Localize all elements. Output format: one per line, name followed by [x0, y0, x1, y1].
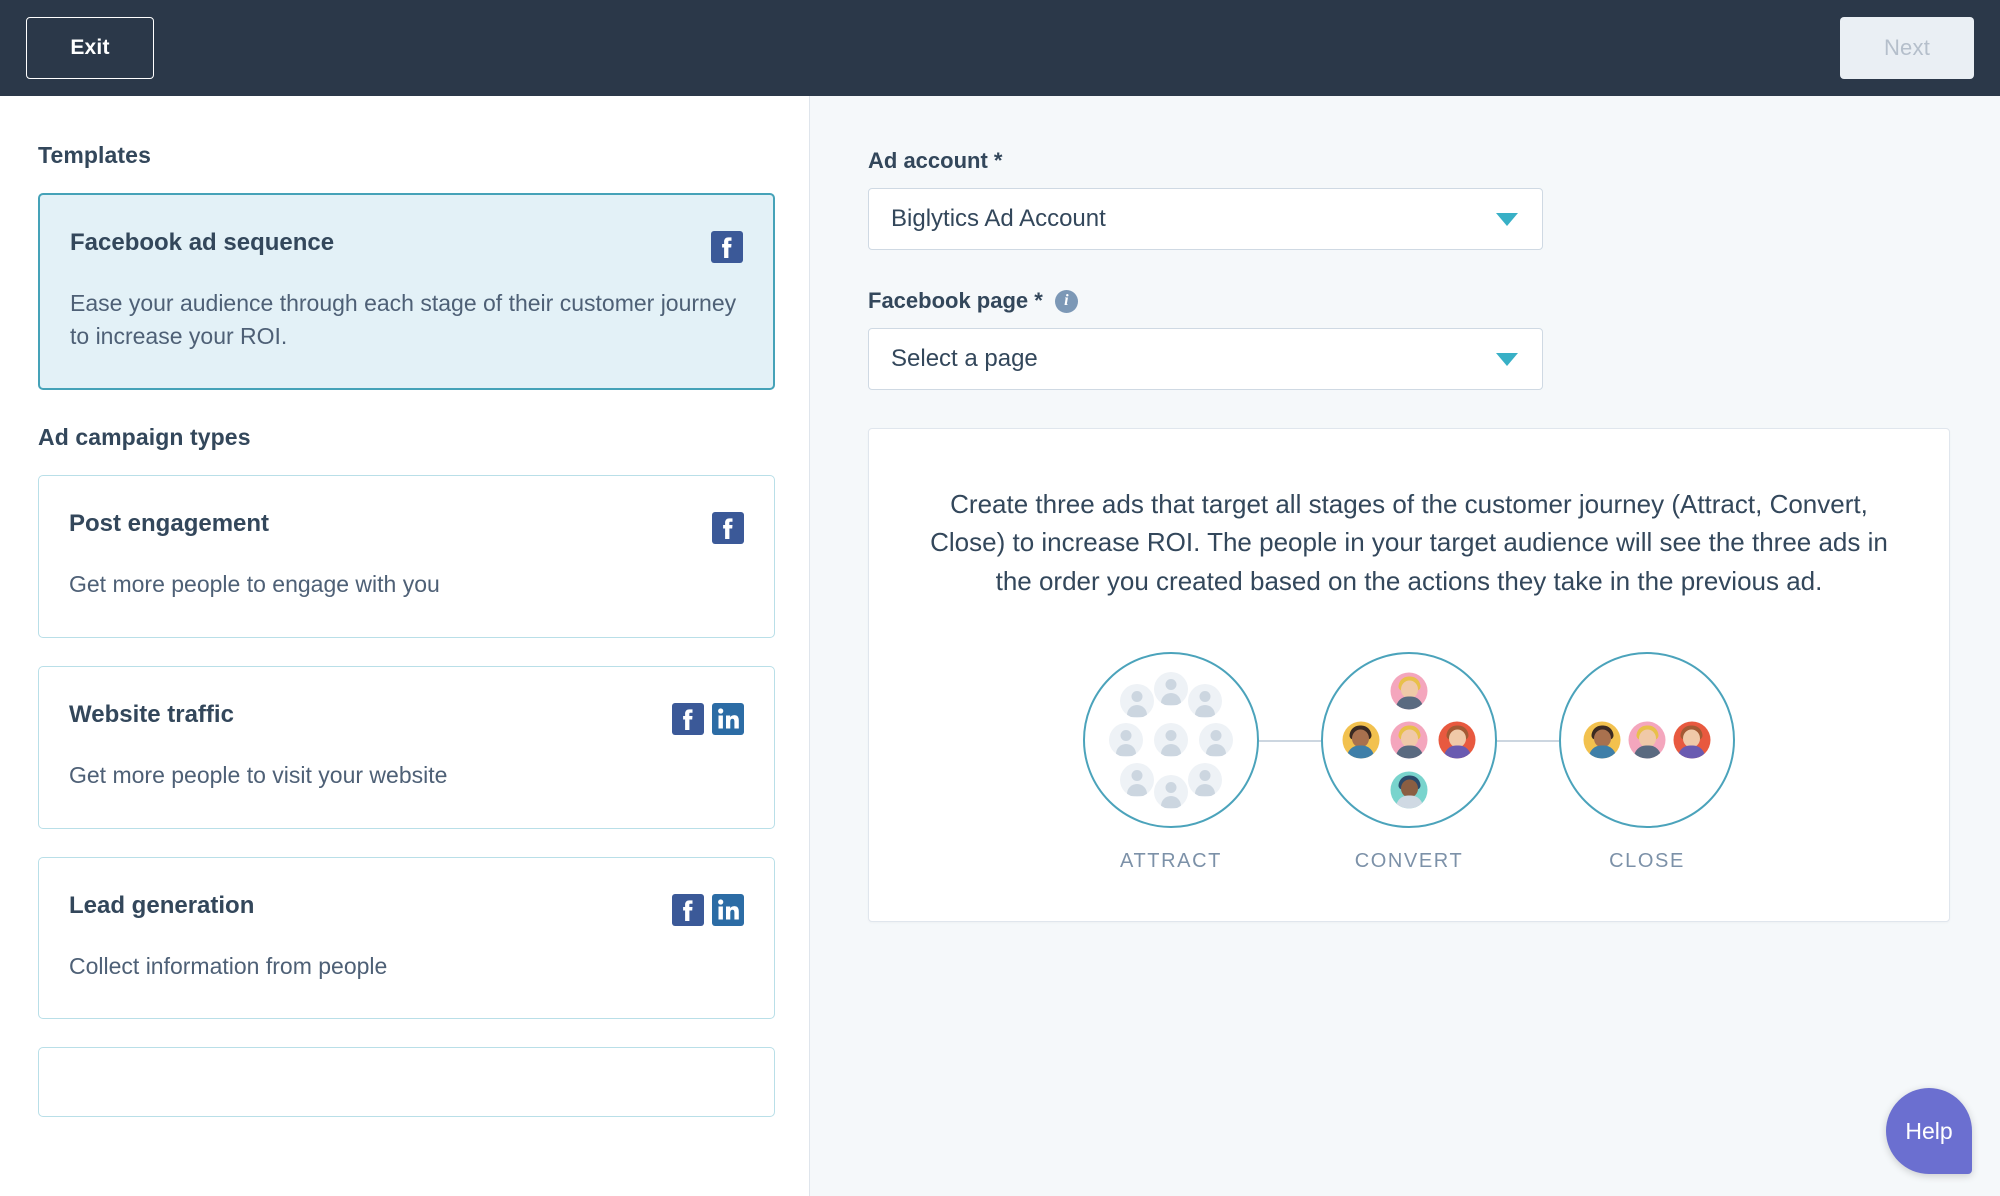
avatar-placeholder [1154, 723, 1188, 758]
campaign-card-post-engagement[interactable]: Post engagement Get more people to engag… [38, 475, 775, 638]
chevron-down-icon [1496, 352, 1518, 366]
funnel-connector [1497, 740, 1559, 742]
template-card-facebook-ad-sequence[interactable]: Facebook ad sequence Ease your audience … [38, 193, 775, 391]
campaign-settings-panel: Ad account * Biglytics Ad Account Facebo… [810, 96, 2000, 1196]
avatar [1342, 721, 1380, 759]
chevron-down-icon [1496, 212, 1518, 226]
funnel-stage-label: ATTRACT [1120, 850, 1222, 873]
attract-bubble [1083, 652, 1259, 829]
funnel-stage-close: CLOSE [1559, 652, 1735, 873]
avatar-placeholder [1188, 683, 1223, 718]
facebook-page-label-text: Facebook page * [868, 288, 1043, 313]
facebook-icon [712, 512, 744, 545]
card-title: Facebook ad sequence [70, 229, 335, 256]
facebook-page-field: Facebook page * i Select a page [868, 288, 1940, 390]
ad-campaign-wizard: Exit Next Templates Facebook ad sequence… [0, 0, 2000, 1196]
ad-account-value: Biglytics Ad Account [891, 205, 1106, 232]
network-icons [672, 701, 744, 735]
campaign-card-lead-generation[interactable]: Lead generation Collect information from… [38, 856, 775, 1020]
funnel-stage-convert: CONVERT [1321, 652, 1497, 873]
templates-sidebar: Templates Facebook ad sequence Ease your… [0, 96, 810, 1196]
avatar [1390, 771, 1428, 809]
avatar-placeholder [1119, 683, 1154, 718]
avatar [1583, 721, 1621, 759]
wizard-body: Templates Facebook ad sequence Ease your… [0, 96, 2000, 1196]
linkedin-icon [712, 702, 744, 735]
avatar-placeholder [1198, 723, 1233, 758]
avatar-placeholder [1119, 762, 1154, 797]
ad-account-select[interactable]: Biglytics Ad Account [868, 188, 1543, 250]
avatar-placeholder [1154, 671, 1188, 706]
close-bubble [1559, 652, 1735, 829]
card-description: Ease your audience through each stage of… [70, 290, 737, 349]
card-description: Get more people to visit your website [69, 761, 448, 788]
facebook-icon [672, 702, 704, 735]
network-icons [672, 892, 744, 926]
ad-account-label: Ad account * [868, 148, 1940, 174]
help-button[interactable]: Help [1886, 1088, 1972, 1174]
avatar [1438, 721, 1476, 759]
avatar-placeholder [1154, 775, 1188, 809]
convert-bubble [1321, 652, 1497, 829]
funnel-stage-label: CONVERT [1354, 850, 1464, 873]
facebook-icon [672, 893, 704, 926]
card-header: Facebook ad sequence [70, 229, 743, 263]
avatar [1673, 721, 1711, 759]
ad-account-field: Ad account * Biglytics Ad Account [868, 148, 1940, 250]
avatar-placeholder [1188, 762, 1223, 797]
funnel-connector [1259, 740, 1321, 742]
facebook-page-select[interactable]: Select a page [868, 328, 1543, 390]
card-description: Get more people to engage with you [69, 571, 440, 598]
template-preview-card: Create three ads that target all stages … [868, 428, 1950, 923]
template-description: Create three ads that target all stages … [930, 489, 1888, 596]
facebook-page-label: Facebook page * i [868, 288, 1940, 314]
avatar-placeholder [1109, 723, 1144, 758]
ad-account-label-text: Ad account * [868, 148, 1003, 173]
avatar [1628, 721, 1666, 759]
card-header: Post engagement [69, 510, 744, 545]
next-button[interactable]: Next [1840, 17, 1974, 79]
facebook-icon [711, 231, 743, 263]
funnel-stage-attract: ATTRACT [1083, 652, 1259, 873]
campaign-card-website-traffic[interactable]: Website traffic Get more people to visit… [38, 665, 775, 829]
linkedin-icon [712, 893, 744, 926]
card-description: Collect information from people [69, 952, 388, 979]
info-icon[interactable]: i [1054, 289, 1078, 313]
customer-journey-funnel: ATTRACT CONVERT CLOSE [913, 652, 1905, 873]
network-icons [711, 229, 743, 263]
card-header: Lead generation [69, 892, 744, 926]
card-title: Post engagement [69, 510, 270, 538]
funnel-stage-label: CLOSE [1609, 850, 1685, 873]
avatar [1390, 721, 1428, 759]
campaign-types-heading: Ad campaign types [38, 424, 251, 451]
exit-button[interactable]: Exit [26, 17, 154, 79]
card-title: Website traffic [69, 700, 234, 728]
card-header: Website traffic [69, 701, 744, 735]
network-icons [712, 510, 744, 545]
card-title: Lead generation [69, 891, 255, 919]
facebook-page-value: Select a page [891, 345, 1038, 372]
templates-heading: Templates [38, 142, 151, 168]
campaign-card-partial[interactable] [38, 1047, 775, 1118]
wizard-topbar: Exit Next [0, 0, 2000, 96]
avatar [1390, 672, 1428, 710]
